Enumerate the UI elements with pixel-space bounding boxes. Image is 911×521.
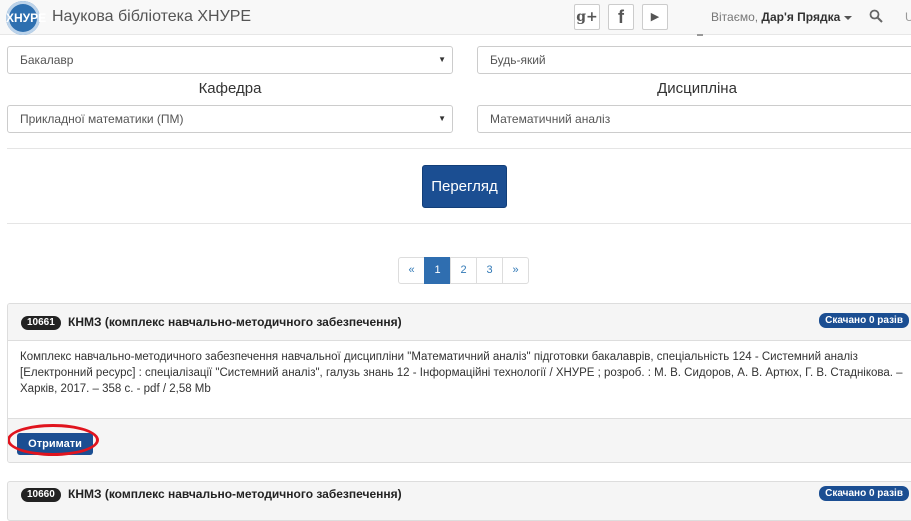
degree-value: Бакалавр — [20, 53, 74, 67]
divider — [7, 148, 911, 149]
nav-cut-item[interactable]: U — [905, 10, 911, 24]
result-description: Комплекс навчально-методичного забезпече… — [20, 351, 903, 395]
result-card: 10660 КНМЗ (комплекс навчально-методично… — [7, 481, 911, 521]
discipline-select[interactable]: Математичний аналіз — [477, 105, 911, 133]
greeting-text: Вітаємо, — [711, 10, 762, 24]
dropdown-arrow-icon: ▼ — [438, 114, 446, 123]
discipline-value: Математичний аналіз — [490, 112, 611, 126]
pagination-page-2[interactable]: 2 — [450, 257, 477, 284]
department-select[interactable]: Прикладної математики (ПМ) ▼ — [7, 105, 453, 133]
caret-down-icon — [844, 15, 853, 20]
brand-title[interactable]: Наукова бібліотека ХНУРЕ — [52, 8, 251, 26]
user-menu[interactable]: Вітаємо, Дар'я Прядка — [711, 10, 853, 24]
facebook-icon[interactable]: f — [608, 4, 634, 30]
pagination-page-1[interactable]: 1 — [424, 257, 451, 284]
search-icon[interactable] — [869, 9, 883, 23]
library-logo[interactable]: ХНУРЕ — [6, 1, 47, 35]
download-count-badge: Скачано 0 разів — [819, 486, 909, 501]
result-title: КНМЗ (комплекс навчально-методичного заб… — [68, 315, 402, 329]
any-select[interactable]: Будь-який — [477, 46, 911, 74]
result-card: 10661 КНМЗ (комплекс навчально-методично… — [7, 303, 911, 463]
download-count-badge: Скачано 0 разів — [819, 313, 909, 328]
divider — [7, 223, 911, 224]
navbar: ХНУРЕ Наукова бібліотека ХНУРЕ g+ f ▶ Ві… — [0, 0, 911, 35]
logo-text: ХНУРЕ — [6, 11, 47, 25]
view-button[interactable]: Перегляд — [422, 165, 507, 208]
any-value: Будь-який — [490, 53, 546, 67]
pagination: « 1 2 3 » — [398, 257, 529, 284]
cut-label-fragment — [697, 30, 703, 36]
degree-select[interactable]: Бакалавр ▼ — [7, 46, 453, 74]
discipline-label: Дисципліна — [657, 80, 737, 97]
result-id-badge: 10661 — [21, 316, 61, 330]
dropdown-arrow-icon: ▼ — [438, 55, 446, 64]
user-name: Дар'я Прядка — [761, 10, 841, 24]
highlight-circle-annotation — [8, 424, 99, 456]
google-plus-icon[interactable]: g+ — [574, 4, 600, 30]
result-card-footer: Отримати — [8, 418, 911, 462]
pagination-next[interactable]: » — [502, 257, 529, 284]
result-card-header: 10661 КНМЗ (комплекс навчально-методично… — [8, 304, 911, 341]
youtube-play-icon[interactable]: ▶ — [642, 4, 668, 30]
pagination-page-3[interactable]: 3 — [476, 257, 503, 284]
result-title: КНМЗ (комплекс навчально-методичного заб… — [68, 487, 402, 501]
department-value: Прикладної математики (ПМ) — [20, 112, 184, 126]
pagination-prev[interactable]: « — [398, 257, 425, 284]
department-label: Кафедра — [198, 80, 262, 97]
